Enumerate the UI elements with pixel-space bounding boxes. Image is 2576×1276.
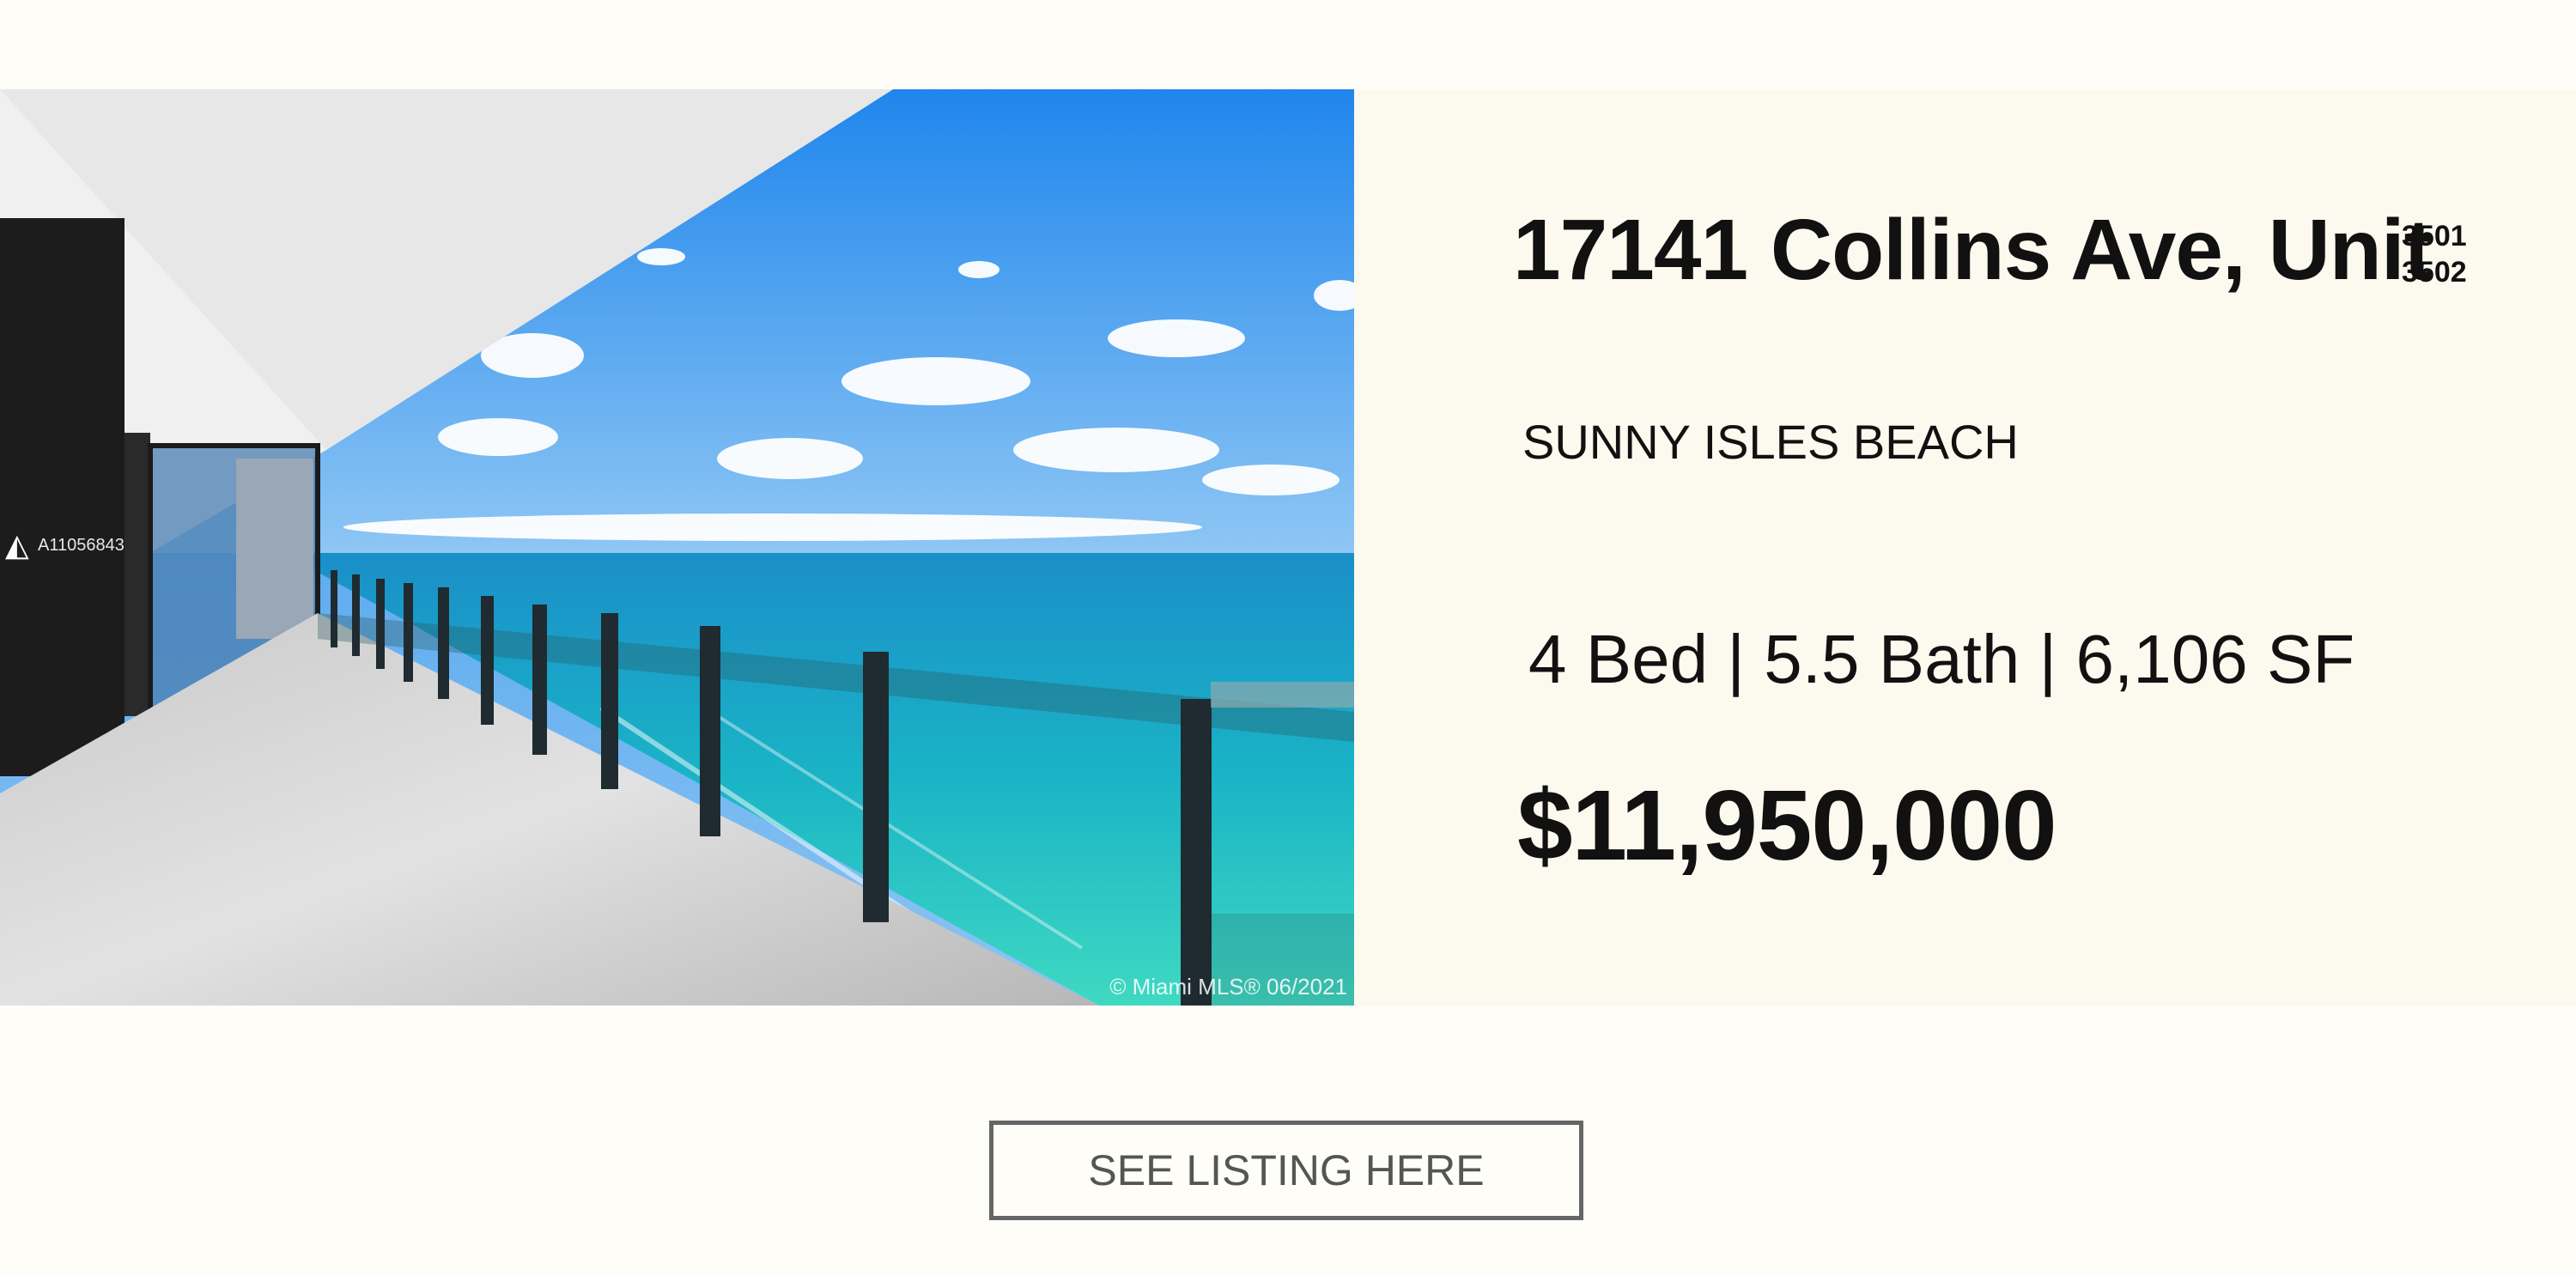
listing-address: 17141 Collins Ave, Unit: [1513, 202, 2433, 298]
listing-price: $11,950,000: [1517, 769, 2057, 881]
balcony-ocean-view-illustration: [0, 89, 1354, 1006]
listing-units: 3501 3502: [2402, 218, 2467, 290]
listing-card: ◭ A11056843 © Miami MLS® 06/2021 17141 C…: [0, 89, 2576, 1006]
listing-details: 17141 Collins Ave, Unit 3501 3502 SUNNY …: [1354, 89, 2576, 1006]
photo-watermark-id: A11056843: [38, 536, 125, 555]
photo-copyright: © Miami MLS® 06/2021: [1109, 974, 1347, 1000]
listing-stats: 4 Bed | 5.5 Bath | 6,106 SF: [1528, 621, 2355, 697]
mls-logo-icon: ◭: [5, 527, 29, 562]
listing-photo[interactable]: ◭ A11056843 © Miami MLS® 06/2021: [0, 89, 1354, 1006]
unit-number: 3501: [2402, 220, 2467, 252]
unit-number: 3502: [2402, 256, 2467, 289]
see-listing-button[interactable]: SEE LISTING HERE: [989, 1121, 1583, 1220]
listing-city: SUNNY ISLES BEACH: [1522, 415, 2019, 469]
